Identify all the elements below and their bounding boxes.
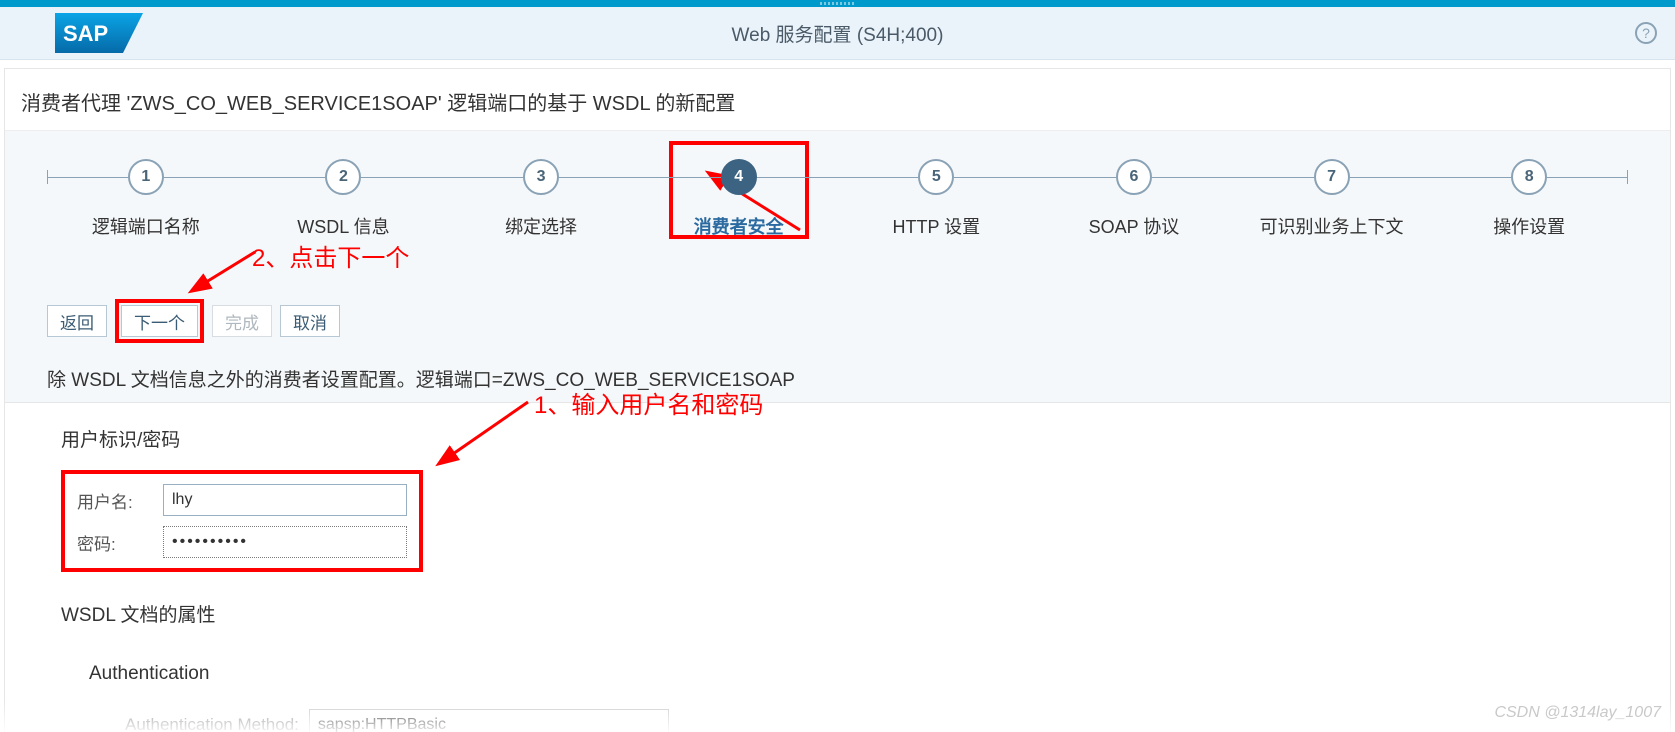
step-label: WSDL 信息 — [297, 213, 389, 239]
page-title: Web 服务配置 (S4H;400) — [732, 20, 944, 47]
wizard-steps: 1 逻辑端口名称 2 WSDL 信息 3 绑定选择 4 消费者安全 5 — [47, 159, 1628, 239]
credentials-title: 用户标识/密码 — [61, 425, 1670, 452]
step-label: SOAP 协议 — [1089, 213, 1180, 239]
wsdl-title: WSDL 文档的属性 — [61, 600, 1670, 627]
step-number: 3 — [523, 159, 559, 195]
authentication-subsection: Authentication Authentication Method: sa… — [61, 645, 1670, 732]
step-label: 操作设置 — [1493, 213, 1565, 239]
annotation-highlight-box: 用户名: 密码: — [61, 470, 423, 572]
main-panel: 消费者代理 'ZWS_CO_WEB_SERVICE1SOAP' 逻辑端口的基于 … — [4, 68, 1671, 732]
wizard-description: 除 WSDL 文档信息之外的消费者设置配置。逻辑端口=ZWS_CO_WEB_SE… — [47, 365, 1628, 392]
wizard-steps-panel: 1 逻辑端口名称 2 WSDL 信息 3 绑定选择 4 消费者安全 5 — [5, 131, 1670, 403]
credentials-section: 用户标识/密码 用户名: 密码: — [5, 403, 1670, 572]
next-button[interactable]: 下一个 — [121, 305, 198, 337]
step-number: 7 — [1314, 159, 1350, 195]
auth-method-value: sapsp:HTTPBasic — [309, 709, 669, 732]
watermark: CSDN @1314lay_1007 — [1494, 704, 1661, 722]
wizard-step-5[interactable]: 5 HTTP 设置 — [838, 159, 1036, 239]
username-label: 用户名: — [77, 488, 163, 513]
step-label: 可识别业务上下文 — [1260, 213, 1404, 239]
wizard-step-8[interactable]: 8 操作设置 — [1430, 159, 1628, 239]
svg-text:SAP: SAP — [63, 21, 108, 46]
auth-method-row: Authentication Method: sapsp:HTTPBasic — [89, 709, 1670, 732]
cancel-button[interactable]: 取消 — [280, 305, 340, 337]
step-label: 绑定选择 — [505, 213, 577, 239]
step-number: 5 — [918, 159, 954, 195]
step-label: 逻辑端口名称 — [92, 213, 200, 239]
wsdl-section: WSDL 文档的属性 Authentication Authentication… — [5, 572, 1670, 732]
step-label: HTTP 设置 — [892, 213, 980, 239]
step-number: 1 — [128, 159, 164, 195]
app-header: SAP Web 服务配置 (S4H;400) ? — [0, 7, 1675, 60]
help-icon[interactable]: ? — [1635, 22, 1657, 44]
back-button[interactable]: 返回 — [47, 305, 107, 337]
step-label: 消费者安全 — [694, 213, 784, 239]
password-label: 密码: — [77, 530, 163, 555]
wizard-step-6[interactable]: 6 SOAP 协议 — [1035, 159, 1233, 239]
wizard-subtitle: 消费者代理 'ZWS_CO_WEB_SERVICE1SOAP' 逻辑端口的基于 … — [5, 69, 1670, 131]
wizard-button-row: 返回 下一个 完成 取消 — [47, 299, 1628, 343]
username-row: 用户名: — [77, 484, 407, 516]
wizard-step-2[interactable]: 2 WSDL 信息 — [245, 159, 443, 239]
window-drag-handle[interactable] — [0, 0, 1675, 7]
password-input[interactable] — [163, 526, 407, 558]
auth-method-label: Authentication Method: — [125, 715, 299, 732]
step-number: 6 — [1116, 159, 1152, 195]
username-input[interactable] — [163, 484, 407, 516]
sap-logo: SAP — [55, 13, 143, 53]
wizard-step-3[interactable]: 3 绑定选择 — [442, 159, 640, 239]
wizard-step-1[interactable]: 1 逻辑端口名称 — [47, 159, 245, 239]
annotation-highlight-box: 下一个 — [115, 299, 204, 343]
authentication-title: Authentication — [89, 663, 1670, 685]
password-row: 密码: — [77, 526, 407, 558]
finish-button: 完成 — [212, 305, 272, 337]
wizard-step-4[interactable]: 4 消费者安全 — [640, 159, 838, 239]
wizard-step-7[interactable]: 7 可识别业务上下文 — [1233, 159, 1431, 239]
step-number: 8 — [1511, 159, 1547, 195]
step-number: 4 — [721, 159, 757, 195]
step-number: 2 — [325, 159, 361, 195]
